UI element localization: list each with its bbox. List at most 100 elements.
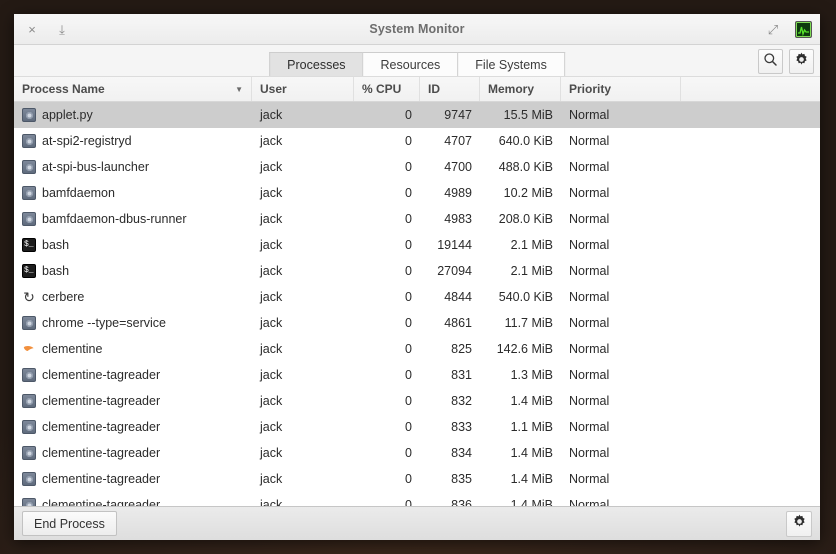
statusbar-right [786,511,812,537]
cell-memory: 1.4 MiB [480,394,561,408]
column-header-priority[interactable]: Priority [561,77,681,101]
preferences-button[interactable] [789,49,814,74]
table-row[interactable]: $_bashjack0191442.1 MiBNormal [14,232,820,258]
system-monitor-icon [795,21,812,38]
table-row[interactable]: bamfdaemon-dbus-runnerjack04983208.0 KiB… [14,206,820,232]
cell-id: 4700 [420,160,480,174]
cell-memory: 142.6 MiB [480,342,561,356]
table-row[interactable]: applet.pyjack0974715.5 MiBNormal [14,102,820,128]
cell-user: jack [252,446,354,460]
process-name-label: applet.py [42,108,93,122]
cell-priority: Normal [561,264,681,278]
cell-priority: Normal [561,394,681,408]
process-name-label: clementine-tagreader [42,446,160,460]
statusbar-settings-button[interactable] [786,511,812,537]
cell-priority: Normal [561,186,681,200]
column-header-process-name[interactable]: Process Name ▼ [14,77,252,101]
cell-memory: 1.3 MiB [480,368,561,382]
gear-square-icon [22,368,36,382]
cell-cpu: 0 [354,316,420,330]
minimize-icon[interactable]: ⤓ [52,19,72,39]
cell-cpu: 0 [354,186,420,200]
table-row[interactable]: bamfdaemonjack0498910.2 MiBNormal [14,180,820,206]
cell-priority: Normal [561,342,681,356]
tab-file-systems[interactable]: File Systems [457,52,565,76]
gear-square-icon [22,472,36,486]
cell-process-name: clementine-tagreader [14,420,252,434]
cell-process-name: bamfdaemon-dbus-runner [14,212,252,226]
table-row[interactable]: clementine-tagreaderjack08341.4 MiBNorma… [14,440,820,466]
cell-priority: Normal [561,160,681,174]
process-name-label: chrome --type=service [42,316,166,330]
gear-square-icon [22,498,36,506]
cell-id: 836 [420,498,480,506]
table-row[interactable]: chrome --type=servicejack0486111.7 MiBNo… [14,310,820,336]
cell-priority: Normal [561,134,681,148]
cell-cpu: 0 [354,160,420,174]
cell-memory: 640.0 KiB [480,134,561,148]
table-row[interactable]: clementine-tagreaderjack08351.4 MiBNorma… [14,466,820,492]
cell-user: jack [252,108,354,122]
cell-process-name: $_bash [14,264,252,278]
process-name-label: clementine-tagreader [42,472,160,486]
column-header-memory[interactable]: Memory [480,77,561,101]
cell-memory: 11.7 MiB [480,316,561,330]
cell-priority: Normal [561,238,681,252]
gear-square-icon [22,160,36,174]
toolbar-right-icons [758,49,814,76]
cell-process-name: chrome --type=service [14,316,252,330]
process-name-label: bash [42,238,69,252]
table-row[interactable]: clementine-tagreaderjack08321.4 MiBNorma… [14,388,820,414]
cell-memory: 540.0 KiB [480,290,561,304]
end-process-button[interactable]: End Process [22,511,117,536]
window-titlebar: × ⤓ System Monitor ⤢ [14,14,820,45]
close-icon[interactable]: × [22,19,42,39]
table-row[interactable]: clementine-tagreaderjack08361.4 MiBNorma… [14,492,820,506]
cell-cpu: 0 [354,472,420,486]
process-name-label: bamfdaemon-dbus-runner [42,212,187,226]
table-row[interactable]: clementinejack0825142.6 MiBNormal [14,336,820,362]
search-button[interactable] [758,49,783,74]
table-row[interactable]: at-spi2-registrydjack04707640.0 KiBNorma… [14,128,820,154]
cell-cpu: 0 [354,134,420,148]
toolbar: Processes Resources File Systems [14,45,820,76]
cell-id: 9747 [420,108,480,122]
column-header-cpu[interactable]: % CPU [354,77,420,101]
cell-memory: 2.1 MiB [480,238,561,252]
gear-icon [794,52,809,72]
maximize-icon[interactable]: ⤢ [763,19,783,39]
table-row[interactable]: $_bashjack0270942.1 MiBNormal [14,258,820,284]
gear-square-icon [22,446,36,460]
cell-cpu: 0 [354,264,420,278]
gear-square-icon [22,186,36,200]
cell-cpu: 0 [354,290,420,304]
cell-process-name: $_bash [14,238,252,252]
table-row[interactable]: clementine-tagreaderjack08311.3 MiBNorma… [14,362,820,388]
table-row[interactable]: at-spi-bus-launcherjack04700488.0 KiBNor… [14,154,820,180]
process-table: Process Name ▼ User % CPU ID Memory Prio… [14,76,820,506]
tab-processes[interactable]: Processes [269,52,362,76]
titlebar-right-buttons: ⤢ [763,19,812,39]
process-name-label: clementine-tagreader [42,394,160,408]
table-header-row: Process Name ▼ User % CPU ID Memory Prio… [14,77,820,102]
cell-id: 4989 [420,186,480,200]
table-row[interactable]: ↻cerberejack04844540.0 KiBNormal [14,284,820,310]
cell-process-name: clementine [14,342,252,356]
column-header-id[interactable]: ID [420,77,480,101]
cell-user: jack [252,134,354,148]
column-header-user[interactable]: User [252,77,354,101]
tab-resources[interactable]: Resources [363,52,458,76]
cell-priority: Normal [561,316,681,330]
titlebar-left-buttons: × ⤓ [22,19,72,39]
process-name-label: bash [42,264,69,278]
cell-cpu: 0 [354,368,420,382]
cell-process-name: at-spi2-registryd [14,134,252,148]
cell-priority: Normal [561,420,681,434]
process-name-label: clementine [42,342,102,356]
cell-memory: 208.0 KiB [480,212,561,226]
table-row[interactable]: clementine-tagreaderjack08331.1 MiBNorma… [14,414,820,440]
cell-priority: Normal [561,446,681,460]
cell-cpu: 0 [354,446,420,460]
cell-user: jack [252,212,354,226]
cell-user: jack [252,472,354,486]
